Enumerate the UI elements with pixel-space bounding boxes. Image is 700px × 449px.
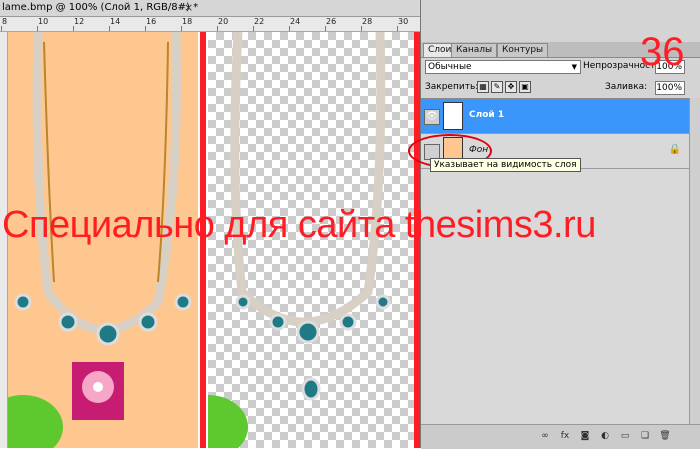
fill-input[interactable]: 100% — [655, 81, 685, 95]
ruler-label: 14 — [110, 17, 121, 26]
ruler-label: 10 — [38, 17, 49, 26]
blend-mode-select[interactable]: Обычные ▼ — [425, 60, 581, 74]
ruler-tick — [325, 26, 326, 31]
ruler-tick — [397, 26, 398, 31]
ruler-tick — [1, 26, 2, 31]
ruler-tick — [289, 26, 290, 31]
ruler-tick — [73, 26, 74, 31]
group-icon[interactable]: ▭ — [619, 430, 631, 442]
step-number: 36 — [640, 30, 685, 74]
ruler-label: 12 — [74, 17, 85, 26]
ruler-label: 24 — [290, 17, 301, 26]
link-layers-icon[interactable]: ∞ — [539, 430, 551, 442]
layer-thumbnail — [443, 102, 463, 130]
lock-icon: 🔒 — [668, 144, 681, 155]
ruler-tick — [217, 26, 218, 31]
fill-label: Заливка: — [605, 82, 648, 92]
lock-label: Закрепить: — [425, 82, 479, 92]
ruler-tick — [37, 26, 38, 31]
layers-bottom-bar: ∞ fx ◙ ◐ ▭ ❑ 🗑 — [421, 424, 700, 449]
tab-paths[interactable]: Контуры — [497, 43, 549, 57]
tab-channels[interactable]: Каналы — [451, 43, 498, 57]
layer-name: Слой 1 — [469, 110, 505, 120]
ruler-label: 16 — [146, 17, 157, 26]
close-tab-icon[interactable]: × — [184, 0, 193, 16]
lock-all-icon[interactable]: ▣ — [519, 81, 531, 93]
horizontal-ruler: 8 10 12 14 16 18 20 22 24 26 28 30 — [0, 17, 420, 32]
blend-mode-value: Обычные — [428, 62, 472, 72]
ruler-label: 8 — [2, 17, 8, 26]
add-mask-icon[interactable]: ◙ — [579, 430, 591, 442]
lock-transparency-icon[interactable]: ▦ — [477, 81, 489, 93]
watermark-text: Специально для сайта thesims3.ru — [2, 204, 596, 246]
ruler-label: 22 — [254, 17, 265, 26]
ruler-label: 28 — [362, 17, 373, 26]
ruler-tick — [181, 26, 182, 31]
lock-move-icon[interactable]: ✥ — [505, 81, 517, 93]
new-layer-icon[interactable]: ❑ — [639, 430, 651, 442]
ruler-label: 20 — [218, 17, 229, 26]
eye-icon[interactable]: 👁 — [424, 109, 440, 125]
ruler-label: 26 — [326, 17, 337, 26]
ruler-label: 18 — [182, 17, 193, 26]
adjustment-layer-icon[interactable]: ◐ — [599, 430, 611, 442]
ruler-tick — [145, 26, 146, 31]
ruler-tick — [361, 26, 362, 31]
delete-layer-icon[interactable]: 🗑 — [659, 430, 671, 442]
visibility-tooltip: Указывает на видимость слоя — [430, 158, 581, 172]
ruler-tick — [109, 26, 110, 31]
document-tab[interactable]: lame.bmp @ 100% (Слой 1, RGB/8#) * × — [0, 0, 420, 17]
chevron-down-icon: ▼ — [571, 63, 577, 71]
ruler-label: 30 — [398, 17, 409, 26]
layer-style-icon[interactable]: fx — [559, 430, 571, 442]
ruler-tick — [253, 26, 254, 31]
lock-row: Закрепить: ▦ ✎ ✥ ▣ Заливка: 100% — [421, 80, 700, 96]
document-title: lame.bmp @ 100% (Слой 1, RGB/8#) * — [2, 2, 199, 13]
layers-scrollbar[interactable] — [689, 98, 700, 424]
lock-brush-icon[interactable]: ✎ — [491, 81, 503, 93]
layer-row-layer1[interactable]: 👁 Слой 1 — [421, 99, 689, 134]
